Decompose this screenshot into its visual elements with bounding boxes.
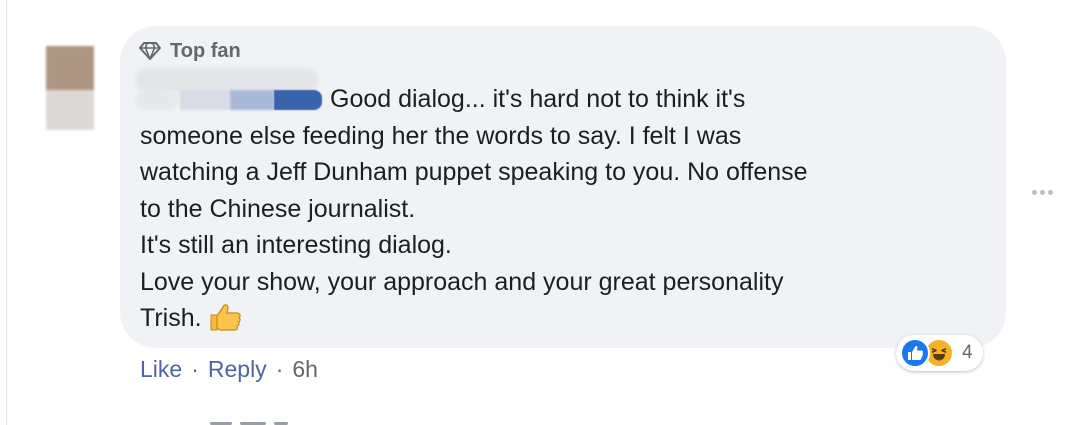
top-fan-label: Top fan — [170, 39, 241, 62]
dot — [1048, 190, 1053, 195]
avatar-top-blur — [46, 46, 94, 90]
diamond-icon — [138, 41, 162, 61]
like-link[interactable]: Like — [140, 356, 182, 383]
separator-dot: · — [275, 356, 284, 382]
comment-line-1: Good dialog... it's hard not to think it… — [330, 85, 746, 113]
comment-line-7: Trish. — [140, 304, 202, 332]
reply-link[interactable]: Reply — [208, 356, 267, 383]
comment-line-6: Love your show, your approach and your g… — [140, 267, 784, 296]
comment-body: Good dialog... it's hard not to think it… — [140, 81, 1000, 343]
comment-line-3: watching a Jeff Dunham puppet speaking t… — [140, 158, 808, 186]
top-fan-badge: Top fan — [138, 38, 241, 64]
dot — [1040, 190, 1045, 195]
like-reaction-icon — [900, 338, 930, 368]
comment-line-4: to the Chinese journalist. — [140, 194, 416, 223]
thumbs-up-icon — [208, 302, 242, 343]
avatar-bottom-blur — [46, 90, 94, 130]
more-options-icon[interactable] — [1032, 190, 1053, 195]
reaction-summary[interactable]: 4 — [896, 335, 983, 371]
separator-dot: · — [191, 356, 199, 382]
comment-actions: Like · Reply · 6h — [140, 356, 318, 383]
comment-line-5: It's still an interesting dialog. — [140, 231, 452, 259]
next-comment-partial — [210, 418, 300, 425]
comment-line-2: someone else feeding her the words to sa… — [140, 121, 742, 150]
timestamp-link[interactable]: 6h — [292, 356, 318, 383]
avatar[interactable] — [46, 46, 94, 130]
dot — [1032, 190, 1037, 195]
reaction-count: 4 — [962, 342, 973, 363]
left-border — [6, 0, 7, 425]
